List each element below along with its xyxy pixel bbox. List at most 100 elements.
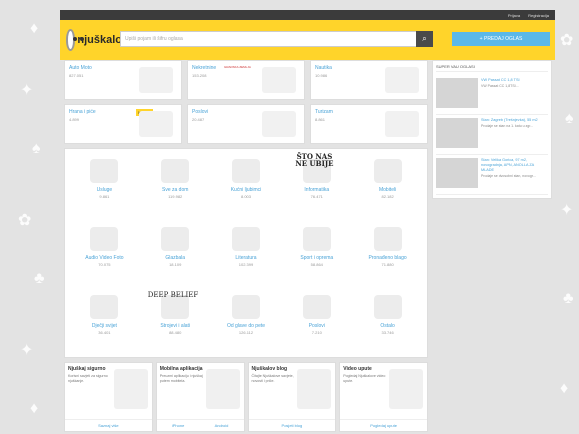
stroller-icon <box>90 295 119 319</box>
grid-category-sve-za-dom[interactable]: Sve za dom 119.982 <box>140 155 211 217</box>
header: njuškalo Upiši pojam ili šifru oglasa ⌕ … <box>60 20 555 60</box>
grid-category-count: 18.109 <box>169 262 182 267</box>
top-category-row: Hrana i piće 4.899 NOVO! Poslovi 20.487 … <box>64 104 428 144</box>
iphone-link[interactable]: iPhone <box>172 420 184 431</box>
pattern-icon: ✦ <box>20 342 34 359</box>
main-content: Auto Moto 827.051 Nekretnine 153.208 GRA… <box>64 60 428 432</box>
category-poslovi[interactable]: Poslovi 20.487 <box>187 104 305 144</box>
image-overlay-text: DEEP BELIEF <box>147 291 199 299</box>
grid-category-count: 119.982 <box>168 194 183 199</box>
grid-category-count: 7.210 <box>311 330 322 335</box>
featured-item-title: Stan: Velika Gorica, 97 m2, novogradnja,… <box>481 158 534 172</box>
sidebar-featured: SUPER VAU OGLASI VW Passat CC 1,8 TSI VW… <box>432 60 552 199</box>
category-turizam[interactable]: Turizam 8.861 <box>310 104 428 144</box>
grid-category-name: Pronađeno blago <box>368 255 407 261</box>
pattern-icon: ✿ <box>560 32 574 49</box>
promo-video-upute: Video upute Pogledaj Njuškalove video up… <box>339 362 428 432</box>
promo-text: Čitajte Njuškalove savjete, novosti i pr… <box>251 374 294 383</box>
armchair-icon <box>161 159 190 183</box>
promo-links: iPhone Android <box>156 419 244 431</box>
clothing-icon <box>231 295 260 319</box>
category-grid: Usluge 9.861 Sve za dom 119.982 Kućni lj… <box>64 148 428 358</box>
business-card-icon <box>262 111 296 137</box>
grid-category-strojevi-i-alati[interactable]: DEEP BELIEF Strojevi i alati 88.480 <box>140 291 211 353</box>
promo-link[interactable]: Pogledaj upute <box>340 419 427 431</box>
grid-category-count: 33.746 <box>381 330 394 335</box>
promo-njuskaj-sigurno: Njuškaj sigurno Korisni savjeti za sigur… <box>64 362 153 432</box>
promo-text: Preuzmi aplikaciju i njuškaj putem mobit… <box>159 374 203 383</box>
featured-item[interactable]: VW Passat CC 1,8 TSI VW Passat CC 1,8TSI… <box>436 75 548 115</box>
grid-category-mobiteli[interactable]: Mobiteli 82.182 <box>352 155 423 217</box>
grid-category-count: 8.003 <box>240 194 251 199</box>
grid-category-pronadeno-blago[interactable]: Pronađeno blago 71.880 <box>352 223 423 285</box>
phone-icon <box>373 159 402 183</box>
camera-icon <box>90 227 119 251</box>
logo[interactable]: njuškalo <box>66 29 122 51</box>
pattern-icon: ♣ <box>34 270 45 287</box>
category-nautika[interactable]: Nautika 10.986 <box>310 60 428 100</box>
grid-category-name: Usluge <box>96 187 113 193</box>
promo-mobilna-aplikacija: Mobilna aplikacija Preuzmi aplikaciju i … <box>155 362 245 432</box>
grid-category-kucni-ljubimci[interactable]: Kućni ljubimci 8.003 <box>211 155 282 217</box>
smartphone-icon <box>205 369 240 409</box>
category-hrana-i-pice[interactable]: Hrana i piće 4.899 NOVO! <box>64 104 182 144</box>
top-category-row: Auto Moto 827.051 Nekretnine 153.208 GRA… <box>64 60 428 100</box>
featured-item-desc: Prodaje se stan na 1. katu u zgr... <box>481 124 534 128</box>
briefcase-icon <box>302 295 331 319</box>
logo-text: njuškalo <box>77 34 122 46</box>
login-link[interactable]: Prijava <box>508 13 520 18</box>
grid-category-poslovi[interactable]: Poslovi 7.210 <box>281 291 352 353</box>
category-auto-moto[interactable]: Auto Moto 827.051 <box>64 60 182 100</box>
video-icon <box>389 369 423 409</box>
post-ad-button[interactable]: + PREDAJ OGLAS <box>452 32 550 46</box>
dog-mascot-icon <box>66 29 78 51</box>
boat-icon <box>385 67 419 93</box>
featured-title: SUPER VAU OGLASI <box>436 64 548 72</box>
image-overlay-text: ŠTO NAS NE UBIJE <box>295 153 333 167</box>
grid-category-name: Literatura <box>235 255 257 261</box>
grid-category-name: Kućni ljubimci <box>230 187 262 193</box>
grid-category-djecji-svijet[interactable]: Dječji svijet 36.401 <box>69 291 140 353</box>
grid-category-name: Strojevi i alati <box>160 323 191 329</box>
grid-category-informatika[interactable]: ŠTO NAS NE UBIJE Informatika 76.471 <box>281 153 352 217</box>
grid-category-count: 58.864 <box>310 262 323 267</box>
pattern-icon: ♦ <box>560 380 569 397</box>
promo-link[interactable]: Posjeti blog <box>248 419 336 431</box>
grid-category-usluge[interactable]: Usluge 9.861 <box>69 155 140 217</box>
pattern-icon: ♦ <box>30 20 39 37</box>
search-button[interactable]: ⌕ <box>416 31 433 47</box>
grid-category-name: Poslovi <box>308 323 325 329</box>
tools-icon <box>90 159 119 183</box>
register-link[interactable]: Registracija <box>528 13 549 18</box>
apartment-photo <box>436 158 478 188</box>
page-container: Prijava Registracija njuškalo Upiši poja… <box>60 10 555 434</box>
grid-category-glazbala[interactable]: Glazbala 18.109 <box>140 223 211 285</box>
featured-ads: SUPER VAU OGLASI VW Passat CC 1,8 TSI VW… <box>432 60 552 199</box>
car-icon <box>139 67 173 93</box>
grid-category-count: 102.399 <box>238 262 254 267</box>
featured-item-desc: VW Passat CC 1,8TSI... <box>481 84 519 88</box>
grid-category-sport-i-oprema[interactable]: Sport i oprema 58.864 <box>281 223 352 285</box>
building-icon <box>262 67 296 93</box>
car-photo <box>436 78 478 108</box>
grid-category-count: 71.880 <box>381 262 394 267</box>
grid-category-count: 88.480 <box>169 330 182 335</box>
promo-njuskalov-blog: Njuškalov blog Čitajte Njuškalove savjet… <box>247 362 337 432</box>
pattern-icon: ♦ <box>30 400 39 417</box>
category-annotation: GRADSKA ZEMLJA <box>224 65 251 69</box>
grid-category-od-glave-do-pete[interactable]: Od glave do pete 126.112 <box>211 291 282 353</box>
search-input[interactable]: Upiši pojam ili šifru oglasa <box>120 31 424 47</box>
promo-link[interactable]: Saznaj više <box>65 419 152 431</box>
grid-category-name: Ostalo <box>380 323 395 329</box>
grid-category-ostalo[interactable]: Ostalo 33.746 <box>352 291 423 353</box>
grid-category-name: Od glave do pete <box>226 323 266 329</box>
featured-item[interactable]: Stan: Zagreb (Trešnjevka), 55 m2 Prodaje… <box>436 115 548 155</box>
grid-category-literatura[interactable]: Literatura 102.399 <box>211 223 282 285</box>
category-nekretnine[interactable]: Nekretnine 153.208 GRADSKA ZEMLJA <box>187 60 305 100</box>
guitar-icon <box>161 227 190 251</box>
grid-category-audio-video-foto[interactable]: Audio Video Foto 70.075 <box>69 223 140 285</box>
featured-item[interactable]: Stan: Velika Gorica, 97 m2, novogradnja,… <box>436 155 548 195</box>
grid-category-count: 70.075 <box>98 262 111 267</box>
doghouse-icon <box>113 369 148 409</box>
android-link[interactable]: Android <box>215 420 229 431</box>
